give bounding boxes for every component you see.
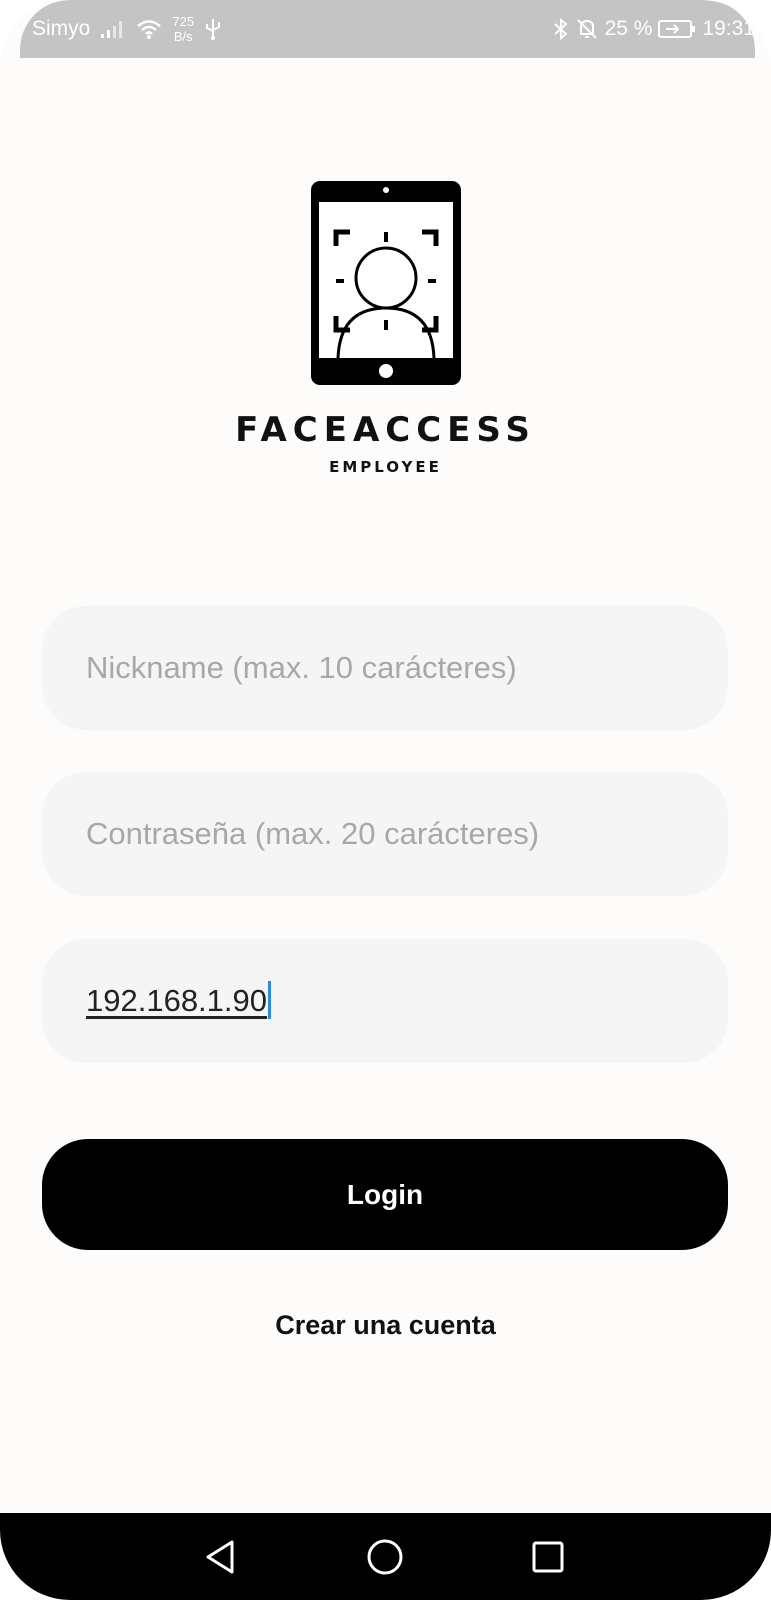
clock: 19:31 — [702, 17, 755, 40]
back-button[interactable] — [180, 1513, 260, 1600]
bluetooth-icon — [553, 17, 569, 41]
server-ip-input[interactable]: 192.168.1.90 — [86, 939, 272, 1063]
usb-icon — [204, 17, 222, 41]
password-field[interactable] — [42, 772, 728, 896]
app-logo: FACEACCESS EMPLOYEE — [0, 180, 771, 476]
mute-bell-icon — [575, 17, 599, 41]
wifi-icon — [136, 18, 162, 40]
back-icon — [206, 1540, 234, 1573]
brand-subtitle: EMPLOYEE — [329, 458, 442, 476]
network-speed-unit: B/s — [173, 29, 193, 44]
status-bar-right: 25 % 19:31 — [553, 0, 755, 58]
nickname-input[interactable] — [86, 606, 686, 730]
battery-charging-icon — [658, 19, 696, 39]
face-scan-tablet-icon — [310, 181, 461, 385]
network-speed: 725 B/s — [172, 14, 194, 44]
network-speed-value: 725 — [172, 14, 195, 29]
server-ip-text: 192.168.1.90 — [86, 983, 268, 1018]
navigation-bar — [0, 1513, 771, 1600]
brand-title: FACEACCESS — [235, 410, 536, 450]
create-account-link[interactable]: Crear una cuenta — [0, 1310, 771, 1341]
password-input[interactable] — [86, 772, 686, 896]
status-bar: Simyo 725 B/s 25 % 19:31 — [20, 0, 755, 58]
recents-icon — [532, 1541, 564, 1572]
carrier-name: Simyo — [32, 17, 91, 40]
home-button[interactable] — [345, 1513, 425, 1600]
phone-screen: Simyo 725 B/s 25 % 19:31 FACEACCESS EMPL… — [0, 0, 771, 1600]
home-icon — [367, 1539, 403, 1574]
server-ip-field[interactable]: 192.168.1.90 — [42, 939, 728, 1063]
nickname-field[interactable] — [42, 606, 728, 730]
recents-button[interactable] — [508, 1513, 588, 1600]
text-cursor — [268, 980, 272, 1019]
battery-percent: 25 % — [604, 17, 653, 40]
status-bar-left: Simyo 725 B/s — [32, 0, 222, 58]
signal-icon — [100, 19, 126, 39]
login-button[interactable]: Login — [42, 1139, 728, 1250]
